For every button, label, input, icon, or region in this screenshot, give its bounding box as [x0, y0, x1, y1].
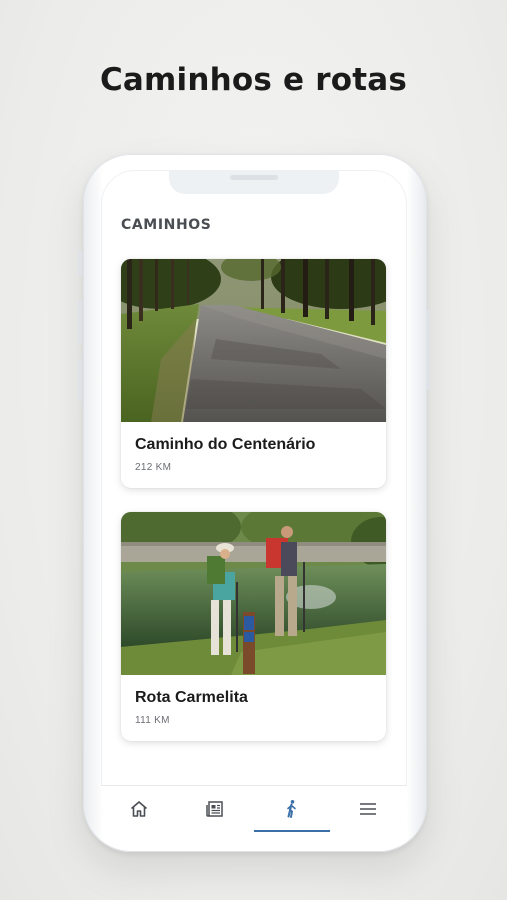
route-card-caminho-do-centenario[interactable]: Caminho do Centenário 212 KM [121, 259, 386, 488]
phone-side-button [78, 250, 82, 276]
tab-routes[interactable] [254, 786, 330, 832]
tab-news[interactable] [177, 786, 253, 832]
route-distance: 212 KM [135, 462, 172, 473]
phone-volume-up-button [78, 300, 82, 344]
phone-speaker [230, 175, 278, 180]
hikers-photo [121, 512, 386, 675]
route-title: Rota Carmelita [135, 689, 248, 706]
newspaper-icon [206, 801, 223, 817]
section-title: CAMINHOS [121, 217, 212, 233]
route-card-rota-carmelita[interactable]: Rota Carmelita 111 KM [121, 512, 386, 741]
hiker-icon [287, 800, 296, 818]
phone-power-button [426, 310, 430, 390]
tab-menu[interactable] [330, 786, 406, 832]
tab-home[interactable] [101, 786, 177, 832]
phone-volume-down-button [78, 358, 82, 402]
page-headline: Caminhos e rotas [99, 62, 408, 98]
bottom-tab-bar [101, 785, 407, 832]
route-distance: 111 KM [135, 715, 170, 726]
phone-notch [169, 170, 339, 194]
route-title: Caminho do Centenário [135, 436, 316, 453]
home-icon [130, 801, 148, 817]
menu-icon [360, 803, 376, 815]
forest-road-photo [121, 259, 386, 422]
active-tab-indicator [254, 830, 330, 832]
app-screen: CAMINHOS Caminho do Centenário 212 KM Ro… [101, 170, 407, 832]
